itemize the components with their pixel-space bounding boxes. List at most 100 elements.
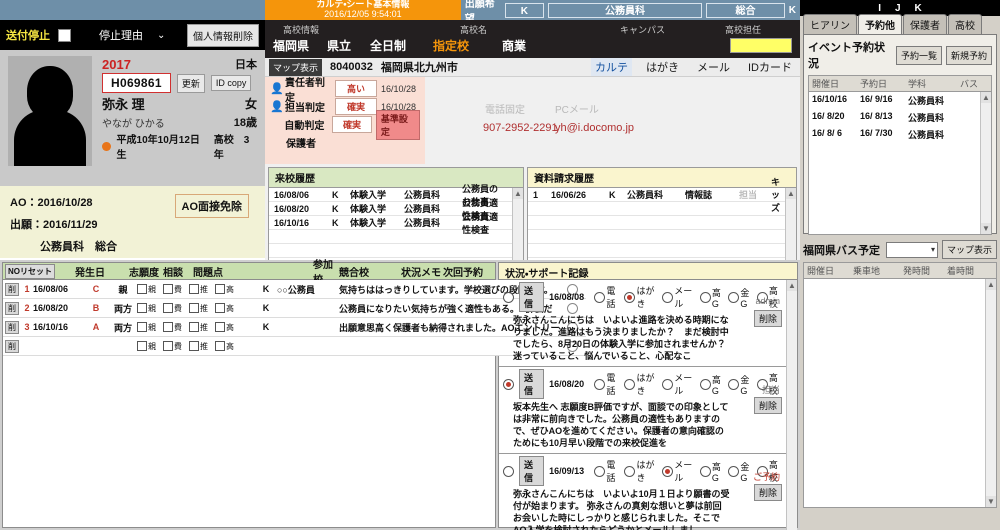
record-select-radio[interactable] <box>503 465 514 477</box>
checkbox[interactable] <box>215 322 225 332</box>
issue-recommend[interactable]: 推 <box>189 341 208 352</box>
application-type-field[interactable]: 総合 <box>706 2 785 18</box>
channel-highg[interactable]: 高G <box>699 286 723 309</box>
support-record-body[interactable]: 坂本先生へ 志願度B評価ですが、面談での印象としては非常に前向きでした。公務員の… <box>499 401 786 451</box>
new-reservation-button[interactable]: 新規予約 <box>945 45 992 65</box>
table-row[interactable]: 16/10/16 16/ 9/16 公務員科 <box>809 92 980 109</box>
highschool-teacher-input[interactable] <box>730 38 792 53</box>
radio-icon[interactable] <box>594 465 606 477</box>
bus-scrollbar[interactable]: ▲ ▼ <box>985 279 996 507</box>
table-row[interactable]: 16/ 8/ 6 16/ 7/30 公務員科 <box>809 126 980 143</box>
manager-judgement-value[interactable]: 高い <box>335 80 377 97</box>
scroll-up-icon[interactable]: ▲ <box>512 188 523 199</box>
checkbox[interactable] <box>215 284 225 294</box>
staff-judgement-value[interactable]: 確実 <box>335 98 377 115</box>
issue-cost[interactable]: 費 <box>163 341 182 352</box>
delete-row-button[interactable]: 削 <box>5 339 19 353</box>
list-item[interactable]: 送信 16/08/08 電話 はがき メール 高G 金G 高校 弥永さんこんにち… <box>499 280 786 367</box>
delete-record-button[interactable]: 削除 <box>753 310 782 327</box>
bus-area-select[interactable]: ▾ <box>885 241 938 258</box>
table-row-empty[interactable] <box>527 244 785 258</box>
student-id-field[interactable]: H069861 <box>102 73 171 93</box>
record-select-radio[interactable] <box>503 291 514 303</box>
table-row[interactable]: 1 16/06/26 K 公務員科 情報誌 担当 キッズ <box>527 177 785 213</box>
issue-cost[interactable]: 費 <box>163 303 182 314</box>
radio-icon[interactable] <box>624 465 636 477</box>
campus-letter-j[interactable]: J <box>895 3 901 14</box>
chevron-down-icon[interactable]: ▾ <box>931 245 935 254</box>
checkbox[interactable] <box>189 322 199 332</box>
table-row-empty[interactable] <box>527 230 785 244</box>
issue-school[interactable]: 高 <box>215 303 234 314</box>
campus-letter-k[interactable]: K <box>915 3 922 14</box>
issue-school[interactable]: 高 <box>215 341 234 352</box>
issue-parent[interactable]: 親 <box>137 341 156 352</box>
channel-mail[interactable]: メール <box>662 284 695 310</box>
tab-reservation-other[interactable]: 予約他 <box>858 14 902 34</box>
reservation-scrollbar[interactable]: ▲ ▼ <box>980 92 991 234</box>
delete-row-button[interactable]: 削 <box>5 301 19 315</box>
issue-school[interactable]: 高 <box>215 284 234 295</box>
delete-record-button[interactable]: 削除 <box>753 397 782 414</box>
issue-cost[interactable]: 費 <box>163 322 182 333</box>
channel-mail[interactable]: メール <box>662 458 695 484</box>
channel-moneyg[interactable]: 金G <box>728 373 751 396</box>
radio-icon[interactable] <box>594 291 606 303</box>
radio-icon[interactable] <box>594 378 606 390</box>
tab-karte[interactable]: カルテ <box>591 58 632 76</box>
checkbox[interactable] <box>137 284 147 294</box>
scroll-down-icon[interactable]: ▼ <box>981 223 991 234</box>
radio-icon[interactable] <box>699 465 711 477</box>
record-select-radio[interactable] <box>503 378 514 390</box>
chevron-down-icon[interactable]: ⌄ <box>157 30 165 41</box>
radio-icon[interactable] <box>662 378 674 390</box>
bus-map-button[interactable]: マップ表示 <box>941 240 997 259</box>
checkbox[interactable] <box>137 303 147 313</box>
channel-moneyg[interactable]: 金G <box>728 460 751 483</box>
issue-parent[interactable]: 親 <box>137 303 156 314</box>
tab-mail[interactable]: メール <box>693 58 734 76</box>
scroll-up-icon[interactable]: ▲ <box>786 188 796 199</box>
channel-postcard[interactable]: はがき <box>624 371 657 397</box>
scroll-up-icon[interactable]: ▲ <box>986 279 996 290</box>
issue-recommend[interactable]: 推 <box>189 322 208 333</box>
table-row-empty[interactable] <box>527 202 785 216</box>
delete-record-button[interactable]: 削除 <box>753 484 782 501</box>
radio-icon[interactable] <box>624 291 636 303</box>
checkbox[interactable] <box>163 341 173 351</box>
radio-icon[interactable] <box>728 465 740 477</box>
delete-row-button[interactable]: 削 <box>5 282 19 296</box>
issue-parent[interactable]: 親 <box>137 322 156 333</box>
delete-row-button[interactable]: 削 <box>5 320 19 334</box>
channel-postcard[interactable]: はがき <box>624 458 657 484</box>
channel-mail[interactable]: メール <box>662 371 695 397</box>
tab-hearing[interactable]: ヒアリン <box>803 14 857 34</box>
support-scrollbar[interactable]: ▲ ▼ <box>786 280 797 530</box>
channel-tel[interactable]: 電話 <box>594 284 619 310</box>
channel-tel[interactable]: 電話 <box>594 371 619 397</box>
checkbox[interactable] <box>189 341 199 351</box>
pcmail-value[interactable]: yh@i.docomo.jp <box>555 122 634 134</box>
application-campus-field[interactable]: K <box>505 2 544 18</box>
auto-judgement-value[interactable]: 確実 <box>332 116 372 133</box>
checkbox[interactable] <box>137 322 147 332</box>
checkbox[interactable] <box>215 303 225 313</box>
send-button[interactable]: 送信 <box>519 456 545 486</box>
radio-icon[interactable] <box>728 291 740 303</box>
radio-icon[interactable] <box>699 378 711 390</box>
table-row-empty[interactable] <box>269 244 512 258</box>
send-button[interactable]: 送信 <box>519 282 545 312</box>
channel-moneyg[interactable]: 金G <box>728 286 751 309</box>
checkbox[interactable] <box>189 303 199 313</box>
table-row[interactable]: 16/ 8/20 16/ 8/13 公務員科 <box>809 109 980 126</box>
send-button[interactable]: 送信 <box>519 369 545 399</box>
checkbox[interactable] <box>215 341 225 351</box>
scroll-up-icon[interactable]: ▲ <box>787 280 797 291</box>
radio-icon[interactable] <box>662 291 674 303</box>
channel-tel[interactable]: 電話 <box>594 458 619 484</box>
checkbox[interactable] <box>163 303 173 313</box>
table-row[interactable]: 16/10/16 K 体験入学 公務員科 公務員適性検査 <box>269 212 512 235</box>
checkbox[interactable] <box>163 284 173 294</box>
radio-icon[interactable] <box>728 378 740 390</box>
delete-personal-info-button[interactable]: 個人情報削除 <box>187 23 259 47</box>
